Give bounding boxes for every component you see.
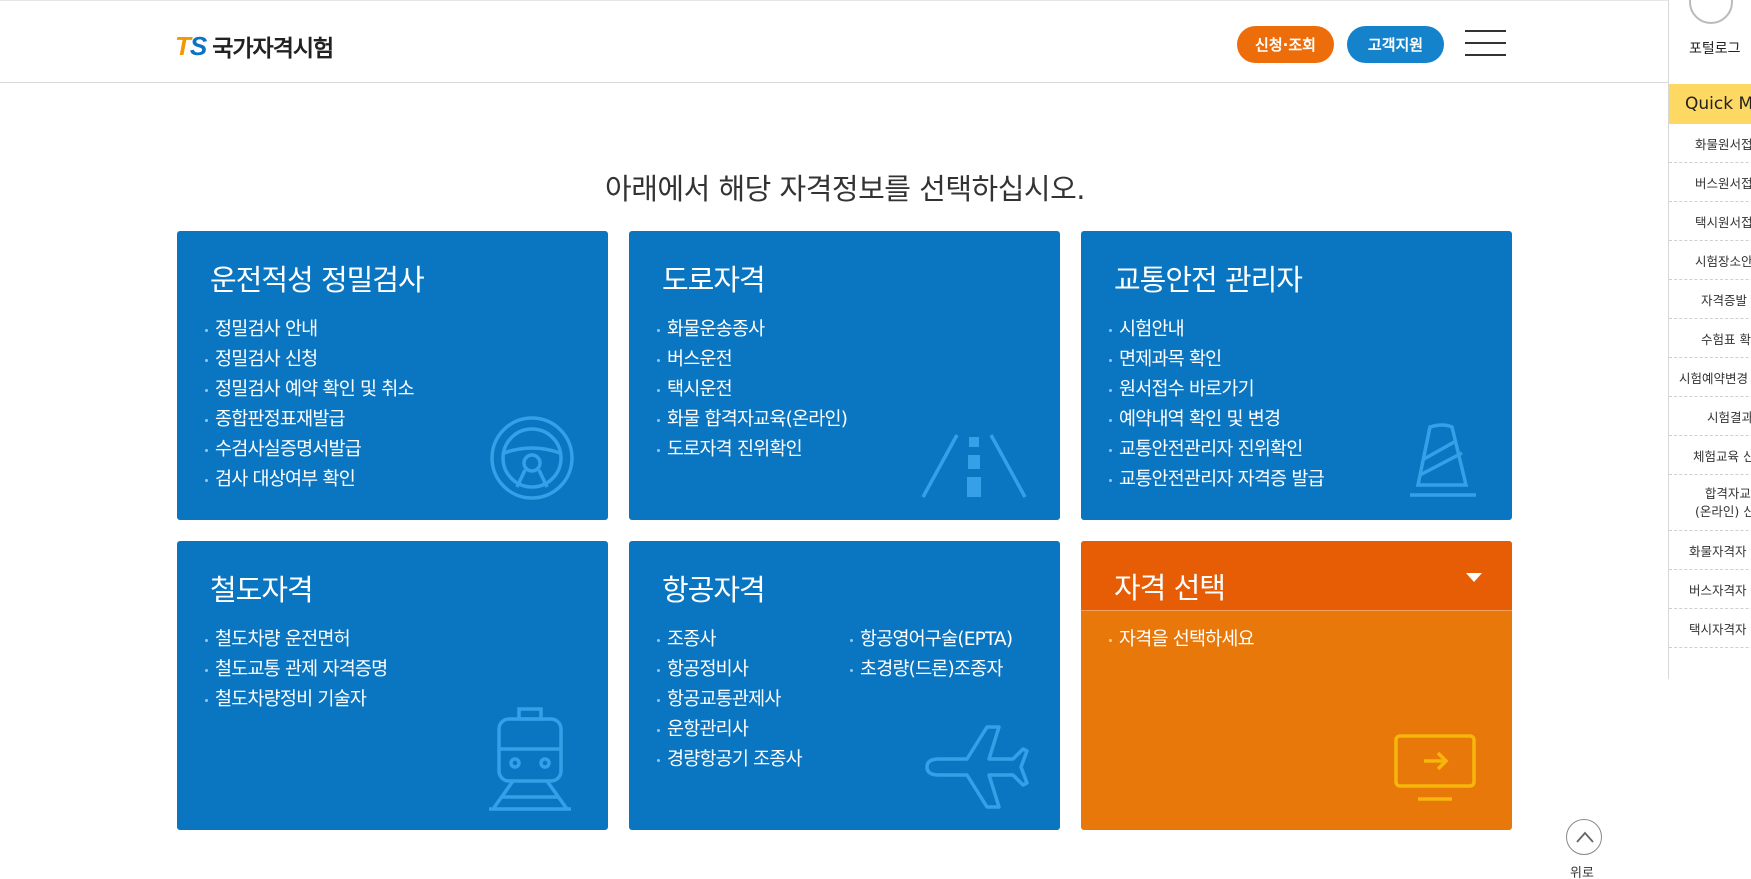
quick-menu-item[interactable]: 화물자격자 <box>1669 531 1751 570</box>
ts-logo-mark: TS <box>175 30 207 61</box>
caret-down-icon[interactable] <box>1466 573 1482 582</box>
portal-login-link[interactable]: 포털로그 <box>1689 38 1741 58</box>
quick-menu-item[interactable]: 택시원서접 <box>1669 202 1751 241</box>
card-link[interactable]: 철도차량 운전면허 <box>205 625 387 655</box>
card-link[interactable]: 경량항공기 조종사 <box>657 745 803 775</box>
card-link[interactable]: 정밀검사 신청 <box>205 345 414 375</box>
traffic-cone-icon <box>1410 423 1476 497</box>
site-header: TS 국가자격시험 신청·조회 고객지원 <box>0 0 1668 83</box>
card-link[interactable]: 수검사실증명서발급 <box>205 435 414 465</box>
card-link[interactable]: 검사 대상여부 확인 <box>205 465 414 495</box>
card-link[interactable]: 택시운전 <box>657 375 847 405</box>
card-link[interactable]: 면제과목 확인 <box>1109 345 1324 375</box>
customer-support-button[interactable]: 고객지원 <box>1347 26 1444 63</box>
logo-text: 국가자격시험 <box>212 36 334 62</box>
avatar-icon[interactable] <box>1689 0 1733 24</box>
card-link-list: 정밀검사 안내 정밀검사 신청 정밀검사 예약 확인 및 취소 종합판정표재발급… <box>205 315 415 495</box>
card-link[interactable]: 화물운송종사 <box>657 315 847 345</box>
quick-menu-item[interactable]: 합격자교 (온라인) 신 <box>1669 475 1751 531</box>
quick-menu-list: 화물원서접 버스원서접 택시원서접 시험장소안 자격증발 수험표 확 시험예약변… <box>1669 124 1751 648</box>
menu-icon[interactable] <box>1465 30 1506 56</box>
card-link[interactable]: 화물 합격자교육(온라인) <box>657 405 848 435</box>
card-railway-qualification: 철도자격 철도차량 운전면허 철도교통 관제 자격증명 철도차량정비 기술자 <box>177 541 608 830</box>
card-title: 운전적성 정밀검사 <box>210 263 425 297</box>
scroll-top-button[interactable] <box>1566 819 1602 855</box>
quick-menu-item[interactable]: 화물원서접 <box>1669 124 1751 163</box>
card-title: 도로자격 <box>662 263 766 297</box>
card-title: 교통안전 관리자 <box>1114 263 1303 297</box>
quick-menu: 포털로그 Quick M 화물원서접 버스원서접 택시원서접 시험장소안 자격증… <box>1668 0 1751 679</box>
chevron-up-icon <box>1576 831 1594 843</box>
quick-menu-item[interactable]: 시험결과 <box>1669 397 1751 436</box>
quick-menu-item[interactable]: 체험교육 신 <box>1669 436 1751 475</box>
card-link[interactable]: 항공교통관제사 <box>657 685 802 715</box>
card-link[interactable]: 예약내역 확인 및 변경 <box>1109 405 1324 435</box>
quick-menu-item[interactable]: 택시자격자 <box>1669 609 1751 648</box>
card-link[interactable]: 정밀검사 예약 확인 및 취소 <box>205 375 415 405</box>
airplane-icon <box>925 725 1029 809</box>
train-icon <box>489 707 571 811</box>
card-link[interactable]: 원서접수 바로가기 <box>1109 375 1324 405</box>
card-link[interactable]: 조종사 <box>657 625 802 655</box>
site-logo[interactable]: TS 국가자격시험 <box>175 29 334 63</box>
quick-menu-item[interactable]: 시험장소안 <box>1669 241 1751 280</box>
card-driving-aptitude: 운전적성 정밀검사 정밀검사 안내 정밀검사 신청 정밀검사 예약 확인 및 취… <box>177 231 608 520</box>
card-link[interactable]: 정밀검사 안내 <box>205 315 414 345</box>
scroll-top-label: 위로 <box>1570 866 1594 879</box>
card-link[interactable]: 시험안내 <box>1109 315 1324 345</box>
card-link[interactable]: 항공영어구술(EPTA) <box>850 625 1013 655</box>
card-title: 자격 선택 <box>1114 571 1226 605</box>
card-link-list: 조종사 항공정비사 항공교통관제사 운항관리사 경량항공기 조종사 <box>657 625 803 775</box>
card-title: 철도자격 <box>210 573 314 607</box>
quick-menu-item[interactable]: 수험표 확 <box>1669 319 1751 358</box>
card-link[interactable]: 철도교통 관제 자격증명 <box>205 655 388 685</box>
card-link-list: 철도차량 운전면허 철도교통 관제 자격증명 철도차량정비 기술자 <box>205 625 388 715</box>
page-title: 아래에서 해당 자격정보를 선택하십시오. <box>605 172 1085 206</box>
card-aviation-qualification: 항공자격 조종사 항공정비사 항공교통관제사 운항관리사 경량항공기 조종사 항… <box>629 541 1060 830</box>
card-link-list: 시험안내 면제과목 확인 원서접수 바로가기 예약내역 확인 및 변경 교통안전… <box>1109 315 1325 495</box>
card-link[interactable]: 도로자격 진위확인 <box>657 435 847 465</box>
card-link[interactable]: 교통안전관리자 진위확인 <box>1109 435 1324 465</box>
quick-menu-item[interactable]: 자격증발 <box>1669 280 1751 319</box>
road-icon <box>921 434 1027 498</box>
card-link-list: 화물운송종사 버스운전 택시운전 화물 합격자교육(온라인) 도로자격 진위확인 <box>657 315 848 465</box>
card-traffic-safety-manager: 교통안전 관리자 시험안내 면제과목 확인 원서접수 바로가기 예약내역 확인 … <box>1081 231 1512 520</box>
card-link[interactable]: 철도차량정비 기술자 <box>205 685 387 715</box>
card-link-list-col2: 항공영어구술(EPTA) 초경량(드론)조종자 <box>850 625 1013 685</box>
card-link[interactable]: 초경량(드론)조종자 <box>850 655 1012 685</box>
quick-menu-item[interactable]: 버스원서접 <box>1669 163 1751 202</box>
card-link[interactable]: 교통안전관리자 자격증 발급 <box>1109 465 1325 495</box>
quick-menu-item[interactable]: 버스자격자 <box>1669 570 1751 609</box>
quick-menu-title: Quick M <box>1669 84 1751 124</box>
card-link[interactable]: 종합판정표재발급 <box>205 405 414 435</box>
card-link: 자격을 선택하세요 <box>1109 625 1255 655</box>
card-title: 항공자격 <box>662 573 766 607</box>
card-link[interactable]: 버스운전 <box>657 345 847 375</box>
quick-menu-item[interactable]: 시험예약변경 <box>1669 358 1751 397</box>
apply-inquiry-button[interactable]: 신청·조회 <box>1237 26 1334 63</box>
card-qualification-select[interactable]: 자격 선택 자격을 선택하세요 <box>1081 541 1512 830</box>
card-link[interactable]: 항공정비사 <box>657 655 802 685</box>
monitor-icon <box>1394 734 1476 801</box>
card-link[interactable]: 운항관리사 <box>657 715 802 745</box>
steering-wheel-icon <box>490 416 574 500</box>
card-link-list: 자격을 선택하세요 <box>1109 625 1255 655</box>
card-road-qualification: 도로자격 화물운송종사 버스운전 택시운전 화물 합격자교육(온라인) 도로자격… <box>629 231 1060 520</box>
qualification-select-dropdown[interactable]: 자격 선택 <box>1081 541 1512 611</box>
